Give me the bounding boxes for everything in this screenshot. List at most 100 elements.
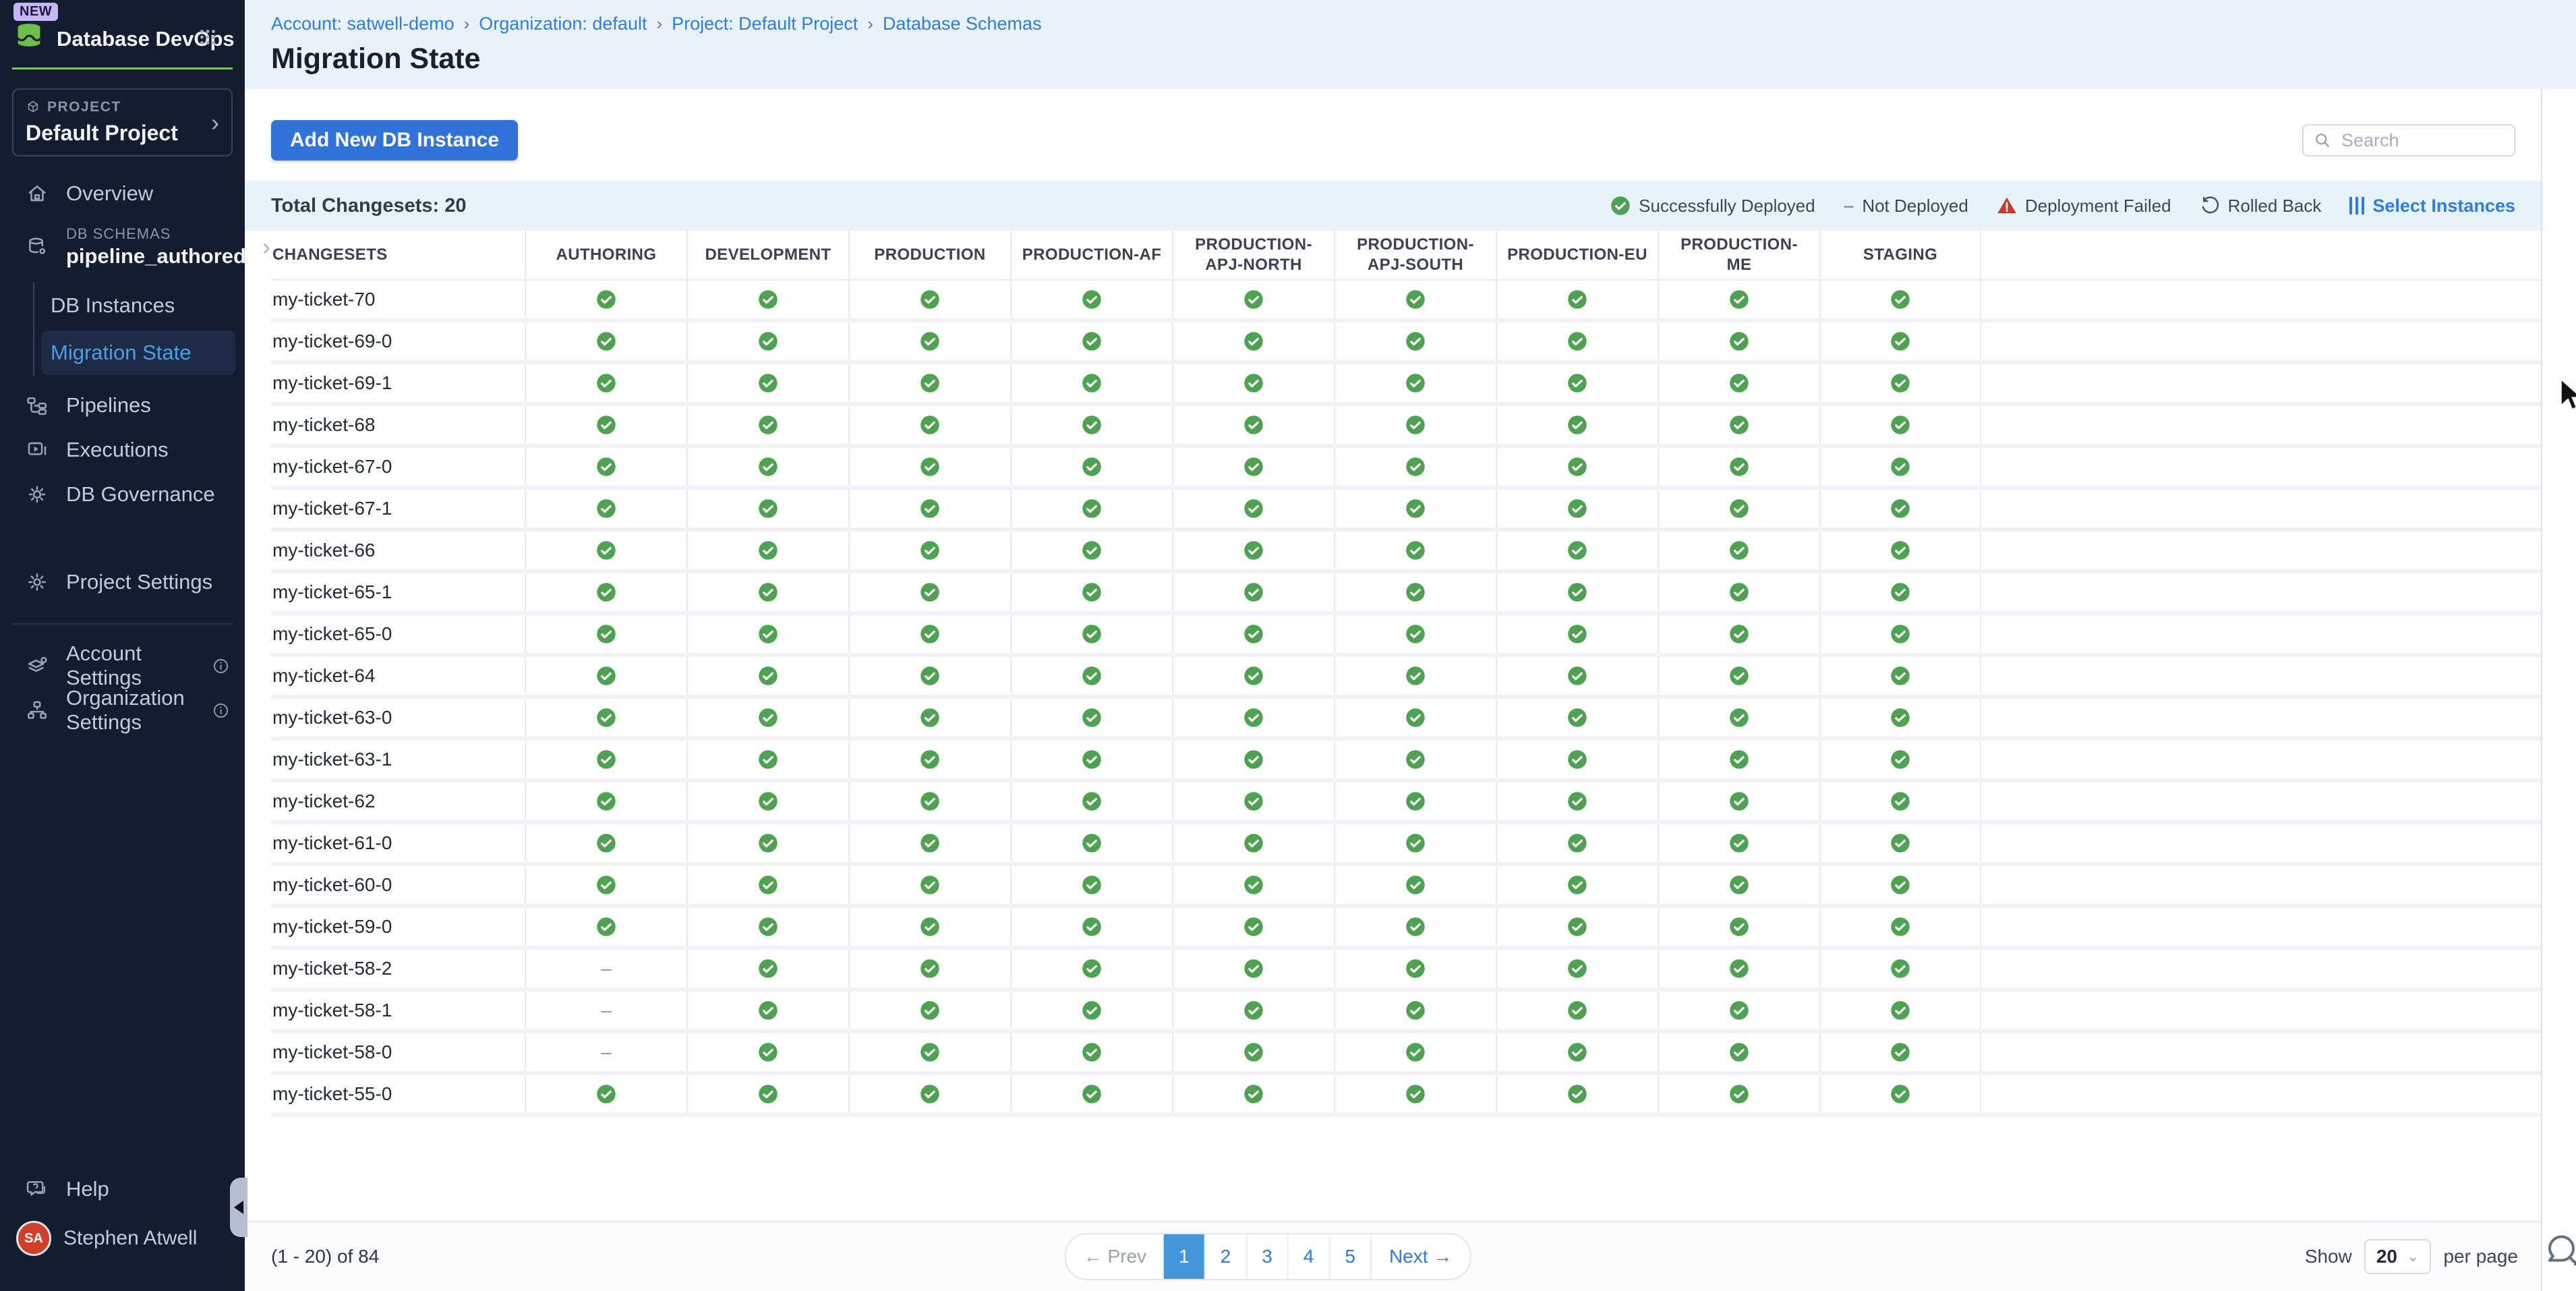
sidebar-item-account-settings[interactable]: Account Settings (0, 643, 245, 688)
changeset-name: my-ticket-63-0 (271, 699, 525, 737)
sidebar-item-db-instances[interactable]: DB Instances (41, 283, 235, 328)
status-successfully-deployed (1819, 364, 1981, 402)
sidebar-item-db-governance[interactable]: DB Governance (0, 472, 245, 517)
legend-label: Successfully Deployed (1639, 196, 1815, 217)
legend-item-dash: –Not Deployed (1844, 195, 1968, 217)
page-button-4[interactable]: 4 (1287, 1234, 1329, 1279)
check-circle-icon (758, 1000, 778, 1021)
check-circle-icon (1890, 582, 1910, 602)
changeset-name: my-ticket-67-0 (271, 448, 525, 486)
sidebar-item-label: Account Settings (66, 641, 196, 690)
table-row: my-ticket-58-0– (271, 1033, 2576, 1075)
search-input[interactable] (2340, 130, 2505, 152)
check-circle-icon (1729, 415, 1749, 435)
check-circle-icon (1567, 331, 1587, 351)
db-schemas-sub-list: DB Instances Migration State (33, 282, 245, 376)
project-selector[interactable]: PROJECT Default Project › (12, 88, 233, 156)
scroll-gutter[interactable] (2541, 89, 2576, 1291)
check-circle-icon (596, 582, 616, 602)
breadcrumb-link[interactable]: Project: Default Project (672, 13, 858, 34)
check-circle-icon (1729, 540, 1749, 561)
check-circle-icon (758, 958, 778, 979)
status-successfully-deployed (525, 281, 686, 318)
page-button-1[interactable]: 1 (1164, 1234, 1204, 1279)
status-successfully-deployed (525, 657, 686, 695)
check-circle-icon (1729, 1042, 1749, 1062)
breadcrumb-link[interactable]: Organization: default (479, 13, 647, 34)
check-circle-icon (1567, 289, 1587, 310)
check-circle-icon (596, 624, 616, 644)
breadcrumb: Account: satwell-demo›Organization: defa… (271, 13, 2576, 34)
changeset-name: my-ticket-66 (271, 532, 525, 569)
sidebar-item-help[interactable]: Help (0, 1167, 245, 1211)
status-successfully-deployed (1010, 281, 1172, 318)
status-successfully-deployed (1172, 615, 1334, 653)
page-button-2[interactable]: 2 (1204, 1234, 1246, 1279)
cube-icon (26, 100, 40, 115)
status-successfully-deployed (1010, 532, 1172, 569)
breadcrumb-link[interactable]: Account: satwell-demo (271, 13, 455, 34)
sidebar-item-label: Help (66, 1177, 109, 1201)
app-grid-icon[interactable] (196, 26, 219, 49)
status-successfully-deployed (686, 950, 848, 987)
legend-item-warning: Deployment Failed (1997, 196, 2171, 217)
support-chat-icon[interactable] (2541, 1232, 2576, 1272)
changeset-name: my-ticket-70 (271, 281, 525, 318)
status-successfully-deployed (1496, 699, 1658, 737)
info-icon[interactable] (212, 657, 230, 675)
page-button-3[interactable]: 3 (1246, 1234, 1287, 1279)
check-circle-icon (1890, 1042, 1910, 1062)
select-instances-button[interactable]: Select Instances (2349, 196, 2515, 217)
sidebar-item-db-schemas[interactable]: DB SCHEMAS pipeline_authored › (0, 216, 245, 278)
check-circle-icon (596, 833, 616, 853)
status-successfully-deployed (848, 1075, 1010, 1113)
page-button-5[interactable]: 5 (1328, 1234, 1370, 1279)
check-circle-icon (1082, 958, 1102, 979)
check-circle-icon (596, 1084, 616, 1104)
status-successfully-deployed (1172, 699, 1334, 737)
check-circle-icon (1729, 457, 1749, 477)
sidebar-item-executions[interactable]: Executions (0, 428, 245, 472)
info-icon[interactable] (212, 701, 230, 720)
changeset-name: my-ticket-61-0 (271, 824, 525, 862)
status-successfully-deployed (1658, 406, 1819, 444)
status-successfully-deployed (525, 406, 686, 444)
table-header-row: CHANGESETSAUTHORINGDEVELOPMENTPRODUCTION… (271, 231, 2576, 281)
status-successfully-deployed (1334, 699, 1496, 737)
user-menu[interactable]: SA Stephen Atwell (0, 1211, 245, 1275)
check-circle-icon (1567, 1042, 1587, 1062)
table-row: my-ticket-69-0 (271, 322, 2576, 364)
sidebar-item-pipelines[interactable]: Pipelines (0, 383, 245, 428)
status-successfully-deployed (1010, 1033, 1172, 1071)
next-page-button[interactable]: Next → (1370, 1234, 1469, 1279)
status-successfully-deployed (1658, 532, 1819, 569)
status-successfully-deployed (525, 490, 686, 527)
status-successfully-deployed (1819, 1033, 1981, 1071)
check-circle-icon (1405, 666, 1426, 686)
breadcrumb-link[interactable]: Database Schemas (883, 13, 1042, 34)
prev-page-button[interactable]: ← Prev (1066, 1234, 1164, 1279)
check-circle-icon (1405, 708, 1426, 728)
avatar: SA (16, 1221, 51, 1256)
page-size-select[interactable]: 20 ⌄ (2364, 1239, 2432, 1274)
check-circle-icon (920, 498, 940, 519)
table-row: my-ticket-58-2– (271, 950, 2576, 992)
show-label: Show (2305, 1246, 2352, 1267)
status-not-deployed: – (525, 992, 686, 1029)
check-circle-icon (1890, 415, 1910, 435)
sidebar-item-project-settings[interactable]: Project Settings (0, 560, 245, 604)
sidebar-collapse-handle[interactable] (230, 1178, 247, 1237)
check-circle-icon (1567, 498, 1587, 519)
sidebar-item-organization-settings[interactable]: Organization Settings (0, 688, 245, 733)
sidebar-item-migration-state[interactable]: Migration State (41, 331, 235, 375)
check-circle-icon (1405, 331, 1426, 351)
status-successfully-deployed (1334, 782, 1496, 820)
add-db-instance-button[interactable]: Add New DB Instance (271, 120, 518, 161)
search-box[interactable] (2302, 124, 2515, 156)
sidebar-item-overview[interactable]: Overview (0, 171, 245, 216)
check-circle-icon (1729, 1084, 1749, 1104)
check-circle-icon (1729, 624, 1749, 644)
check-circle-icon (1082, 415, 1102, 435)
check-circle-icon (758, 833, 778, 853)
status-successfully-deployed (1496, 824, 1658, 862)
